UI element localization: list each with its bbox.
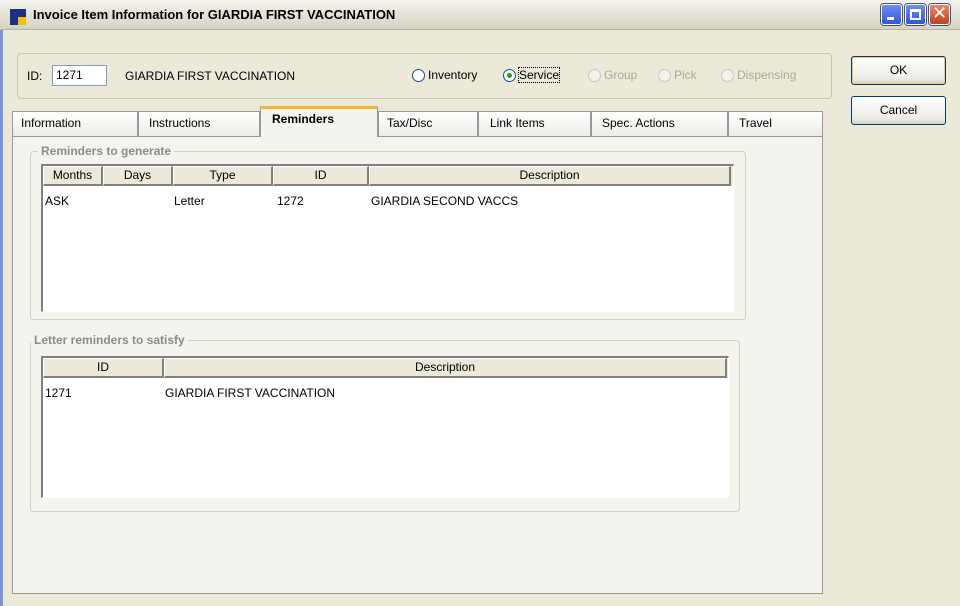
window-left-border — [0, 30, 3, 606]
column-header-description[interactable]: Description — [164, 358, 727, 378]
column-header-id[interactable]: ID — [273, 166, 369, 186]
reminders-to-generate-title: Reminders to generate — [38, 144, 175, 158]
radio-pick-label: Pick — [674, 68, 697, 82]
radio-checked-icon — [503, 68, 516, 82]
cancel-button[interactable]: Cancel — [851, 96, 946, 125]
minimize-icon — [887, 17, 894, 20]
letter-reminders-grid-header: ID Description — [43, 358, 728, 378]
id-label: ID: — [27, 69, 43, 83]
radio-circle-icon — [588, 68, 601, 82]
tab-spec-actions[interactable]: Spec. Actions — [591, 111, 728, 136]
radio-inventory-label: Inventory — [428, 68, 478, 82]
radio-group-label: Group — [604, 68, 638, 82]
maximize-button[interactable] — [905, 4, 926, 25]
radio-circle-icon — [412, 68, 425, 82]
radio-service-label: Service — [517, 67, 561, 83]
reminders-grid[interactable]: Months Days Type ID Description ASK Lett… — [41, 164, 734, 312]
radio-circle-icon — [721, 68, 734, 82]
app-icon — [10, 9, 26, 25]
id-field[interactable]: 1271 — [52, 65, 107, 86]
tab-travel[interactable]: Travel — [728, 111, 823, 136]
letter-reminders-grid[interactable]: ID Description 1271 GIARDIA FIRST VACCIN… — [41, 356, 729, 498]
cell-id: 1272 — [277, 194, 304, 208]
cell-id: 1271 — [45, 386, 72, 400]
tab-information[interactable]: Information — [12, 111, 138, 136]
cell-description: GIARDIA SECOND VACCS — [371, 194, 519, 208]
maximize-icon — [910, 9, 921, 20]
title-bar[interactable]: Invoice Item Information for GIARDIA FIR… — [0, 0, 960, 30]
minimize-button[interactable] — [881, 4, 902, 25]
radio-dispensing[interactable]: Dispensing — [721, 68, 796, 82]
invoice-item-window: Invoice Item Information for GIARDIA FIR… — [0, 0, 960, 606]
column-header-months[interactable]: Months — [43, 166, 103, 186]
radio-service[interactable]: Service — [503, 67, 561, 83]
ok-button[interactable]: OK — [851, 56, 946, 85]
close-icon: ✕ — [932, 3, 948, 24]
radio-pick[interactable]: Pick — [658, 68, 697, 82]
column-header-description[interactable]: Description — [369, 166, 731, 186]
reminders-grid-header: Months Days Type ID Description — [43, 166, 733, 186]
radio-circle-icon — [658, 68, 671, 82]
cell-description: GIARDIA FIRST VACCINATION — [165, 386, 336, 400]
column-header-days[interactable]: Days — [103, 166, 173, 186]
tab-instructions[interactable]: Instructions — [138, 111, 260, 136]
column-header-id[interactable]: ID — [43, 358, 164, 378]
window-title: Invoice Item Information for GIARDIA FIR… — [33, 7, 396, 22]
tab-link-items[interactable]: Link Items — [478, 111, 591, 136]
column-header-type[interactable]: Type — [173, 166, 273, 186]
cell-type: Letter — [174, 194, 205, 208]
cell-months: ASK — [45, 194, 70, 208]
radio-dispensing-label: Dispensing — [737, 68, 797, 82]
item-name-label: GIARDIA FIRST VACCINATION — [125, 69, 296, 83]
tab-reminders[interactable]: Reminders — [260, 106, 378, 137]
radio-group[interactable]: Group — [588, 68, 637, 82]
tab-tax-disc[interactable]: Tax/Disc — [378, 111, 478, 136]
close-button[interactable]: ✕ — [929, 3, 950, 25]
letter-reminders-title: Letter reminders to satisfy — [31, 333, 188, 347]
radio-inventory[interactable]: Inventory — [412, 68, 477, 82]
